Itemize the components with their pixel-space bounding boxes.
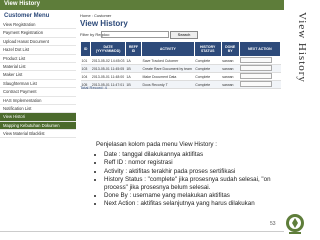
cell-reff: 1B — [125, 80, 142, 89]
cell-next-action[interactable] — [239, 72, 281, 81]
sidebar-item-material-list[interactable]: Material List — [0, 63, 76, 72]
col-id[interactable]: ID — [79, 41, 92, 57]
sidebar-item-material-blacklist[interactable]: View Material Blacklist — [0, 130, 76, 139]
total-record: Total Record: 4 — [80, 85, 107, 90]
cell-done-by: sarwan — [221, 56, 240, 65]
cell-id: 104 — [80, 72, 91, 81]
cell-status: Complete — [194, 64, 222, 73]
sidebar-item-contract-payment[interactable]: Contract Payment — [0, 88, 76, 97]
page-title: View History — [80, 19, 128, 28]
cell-done-by: sarwan — [221, 64, 240, 73]
sidebar-item-hazel-dot-list[interactable]: Hazel Dot List — [0, 46, 76, 55]
note-item: Reff ID : nomor registrasi — [104, 159, 278, 167]
cell-next-action[interactable] — [239, 80, 281, 89]
cell-status: Complete — [194, 56, 222, 65]
note-item: Next Action : aktifitas selanjutnya yang… — [104, 200, 278, 208]
cell-date: 2013-05-01 11:45:05 — [90, 64, 126, 73]
note-item: History Status : "complete" jika prosesn… — [104, 176, 278, 192]
sidebar-item-view-registration[interactable]: View Registration — [0, 21, 76, 30]
cell-date: 2013-05-02 14:45:03 — [90, 56, 126, 65]
col-activity[interactable]: ACTIVITY — [141, 41, 195, 57]
sidebar-title: Customer Menu — [4, 13, 50, 19]
page-number: 53 — [270, 221, 276, 227]
notes-list: Date : tanggal dilakukannya aktifitas Re… — [96, 151, 278, 208]
col-done-by[interactable]: DONE BY — [220, 41, 240, 57]
cell-reff: 1A — [125, 56, 142, 65]
cell-id: 103 — [80, 64, 91, 73]
vertical-title-text: View History — [296, 12, 308, 83]
col-date[interactable]: DATE (YYYY/MM/DD) — [90, 41, 126, 57]
filter-input[interactable] — [101, 31, 169, 38]
table-header-row: ID DATE (YYYY/MM/DD) REFF ID ACTIVITY HI… — [79, 41, 282, 57]
cell-activity: Make Document Data — [141, 72, 195, 81]
col-next-action[interactable]: NEXT ACTION — [238, 41, 282, 57]
main-content: Home : Customer View History Filter by R… — [77, 10, 283, 120]
cell-next-action[interactable] — [239, 56, 281, 65]
next-action-field[interactable] — [240, 65, 273, 71]
notes-intro: Penjelasan kolom pada menu View History … — [96, 141, 217, 148]
table-row[interactable]: 101 2013-05-02 14:45:03 1A Save Tracked … — [80, 56, 281, 65]
sidebar-item-notification-list[interactable]: Notification List — [0, 105, 76, 114]
cell-date: 2013-05-01 11:48:00 — [90, 72, 126, 81]
note-item: Activity : aktifitas terakhir pada prose… — [104, 168, 278, 176]
app-topbar: View History — [0, 0, 284, 10]
sidebar: Customer Menu View Registration Payment … — [0, 10, 76, 139]
next-action-field[interactable] — [240, 57, 273, 63]
history-table: ID DATE (YYYY/MM/DD) REFF ID ACTIVITY HI… — [79, 41, 282, 89]
cell-activity: Create Rare Document by team — [141, 64, 195, 73]
explanation-notes: Penjelasan kolom pada menu View History … — [96, 141, 278, 209]
vertical-slide-title: View History — [290, 0, 320, 240]
sidebar-item-mapping-document[interactable]: Mapping Kebutuhan Dokumen — [0, 121, 76, 131]
cell-id: 101 — [80, 56, 91, 65]
next-action-field[interactable] — [240, 73, 273, 79]
next-action-field[interactable] — [240, 81, 273, 87]
col-reff-id[interactable]: REFF ID — [124, 41, 143, 57]
cell-status: Complete — [194, 72, 222, 81]
sidebar-item-has-implementation[interactable]: HAS Implementation — [0, 97, 76, 105]
topbar-title: View History — [4, 1, 40, 7]
cell-activity: Doos Recordy T — [141, 80, 195, 89]
col-history-status[interactable]: HISTORY STATUS — [193, 41, 222, 57]
cell-next-action[interactable] — [239, 64, 281, 73]
cell-done-by: sarwan — [221, 80, 240, 89]
sidebar-item-payment-registration[interactable]: Payment Registration — [0, 29, 76, 38]
sidebar-item-view-history[interactable]: View Histori — [0, 113, 76, 122]
breadcrumb: Home : Customer — [80, 13, 112, 18]
sidebar-item-product-list[interactable]: Product List — [0, 55, 76, 63]
note-item: Date : tanggal dilakukannya aktifitas — [104, 151, 278, 159]
cell-status: Complete — [194, 80, 222, 89]
cell-done-by: sarwan — [221, 72, 240, 81]
table-row[interactable]: 105 2013-05-01 11:47:01 1B Doos Recordy … — [80, 80, 281, 89]
note-item: Done By : username yang melakukan aktifi… — [104, 192, 278, 200]
search-button[interactable]: Search — [170, 31, 198, 39]
table-row[interactable]: 104 2013-05-01 11:48:00 1A Make Document… — [80, 72, 281, 81]
footer-divider — [0, 231, 284, 232]
sidebar-item-upload-document[interactable]: Upload Hanat Document — [0, 38, 76, 47]
sidebar-item-maker-list[interactable]: Maker List — [0, 71, 76, 80]
sidebar-list: View Registration Payment Registration U… — [0, 21, 76, 139]
table-row[interactable]: 103 2013-05-01 11:45:05 1B Create Rare D… — [80, 64, 281, 73]
organization-logo-icon — [286, 214, 304, 234]
cell-reff: 1B — [125, 64, 142, 73]
cell-activity: Save Tracked Cutomer — [141, 56, 195, 65]
cell-reff: 1A — [125, 72, 142, 81]
sidebar-item-slaughterman-list[interactable]: Slaughterman List — [0, 80, 76, 89]
